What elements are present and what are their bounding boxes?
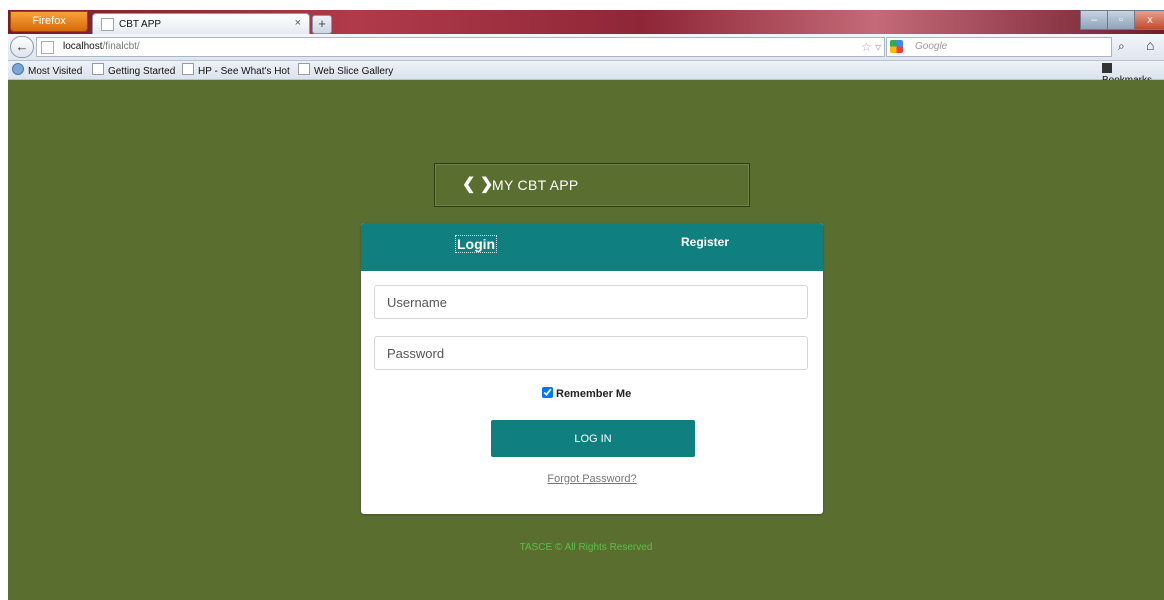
search-icon[interactable]: ⌕	[1118, 39, 1125, 54]
tab-register[interactable]: Register	[681, 235, 729, 249]
bookmark-label: Getting Started	[108, 66, 176, 77]
bookmark-web-slice-gallery[interactable]: Web Slice Gallery	[298, 63, 393, 77]
search-engine-label: Google	[915, 41, 948, 52]
login-card: Login Register Remember Me LOG IN Forgot…	[361, 223, 823, 514]
remember-me[interactable]: Remember Me	[542, 387, 631, 400]
globe-icon	[12, 63, 24, 75]
browser-tab[interactable]: CBT APP ×	[92, 13, 310, 35]
url-text: localhost/finalcbt/	[63, 38, 140, 56]
bookmark-label: HP - See What's Hot	[198, 66, 290, 77]
url-bar[interactable]: localhost/finalcbt/ ☆ ▿ C	[36, 37, 899, 57]
page-icon	[298, 63, 310, 75]
page-icon	[182, 63, 194, 75]
footer-copyright: TASCE © All Rights Reserved	[519, 542, 653, 553]
maximize-button[interactable]: ▫	[1107, 10, 1135, 30]
bookmark-star-icon[interactable]: ☆ ▿	[861, 38, 881, 56]
bookmark-label: Most Visited	[28, 66, 83, 77]
bookmark-getting-started[interactable]: Getting Started	[92, 63, 175, 77]
back-button[interactable]: ←	[10, 36, 34, 58]
bookmarks-icon	[1102, 63, 1112, 73]
title-bar: Firefox CBT APP × + – ▫ x	[8, 10, 1164, 35]
password-input[interactable]	[374, 336, 808, 370]
forgot-password-link[interactable]: Forgot Password?	[361, 473, 823, 485]
google-icon[interactable]	[890, 40, 903, 53]
remember-me-label: Remember Me	[556, 388, 632, 400]
tab-login[interactable]: Login	[455, 235, 498, 253]
close-tab-icon[interactable]: ×	[295, 17, 301, 29]
new-tab-button[interactable]: +	[312, 15, 332, 34]
url-path: /finalcbt/	[102, 41, 140, 52]
username-input[interactable]	[374, 285, 808, 319]
code-icon: ❮ ❯	[462, 176, 494, 193]
navigation-bar: ← localhost/finalcbt/ ☆ ▿ C Google ⌕ ⌂	[8, 34, 1164, 61]
bookmark-most-visited[interactable]: Most Visited	[12, 63, 82, 77]
search-bar[interactable]: Google	[886, 37, 1112, 57]
home-icon[interactable]: ⌂	[1146, 37, 1154, 53]
bookmark-hp-whats-hot[interactable]: HP - See What's Hot	[182, 63, 290, 77]
url-host: localhost	[63, 41, 103, 52]
page-icon	[92, 63, 104, 75]
app-brand: ❮ ❯ MY CBT APP	[434, 163, 750, 207]
browser-window: Firefox CBT APP × + – ▫ x ← localhost/fi…	[8, 10, 1164, 600]
bookmarks-toolbar: Most Visited Getting Started HP - See Wh…	[8, 61, 1164, 86]
login-button[interactable]: LOG IN	[491, 420, 695, 457]
bookmark-label: Web Slice Gallery	[314, 66, 394, 77]
brand-title: MY CBT APP	[492, 177, 579, 193]
page-icon	[101, 18, 114, 31]
firefox-menu-button[interactable]: Firefox	[10, 11, 88, 32]
auth-tabs: Login Register	[361, 223, 823, 271]
close-window-button[interactable]: x	[1134, 10, 1164, 30]
page-content: ❮ ❯ MY CBT APP Login Register Remember M…	[8, 80, 1164, 600]
site-identity-icon[interactable]	[41, 41, 54, 54]
tab-title: CBT APP	[119, 19, 162, 30]
remember-me-checkbox[interactable]	[542, 387, 553, 398]
minimize-button[interactable]: –	[1080, 10, 1108, 30]
